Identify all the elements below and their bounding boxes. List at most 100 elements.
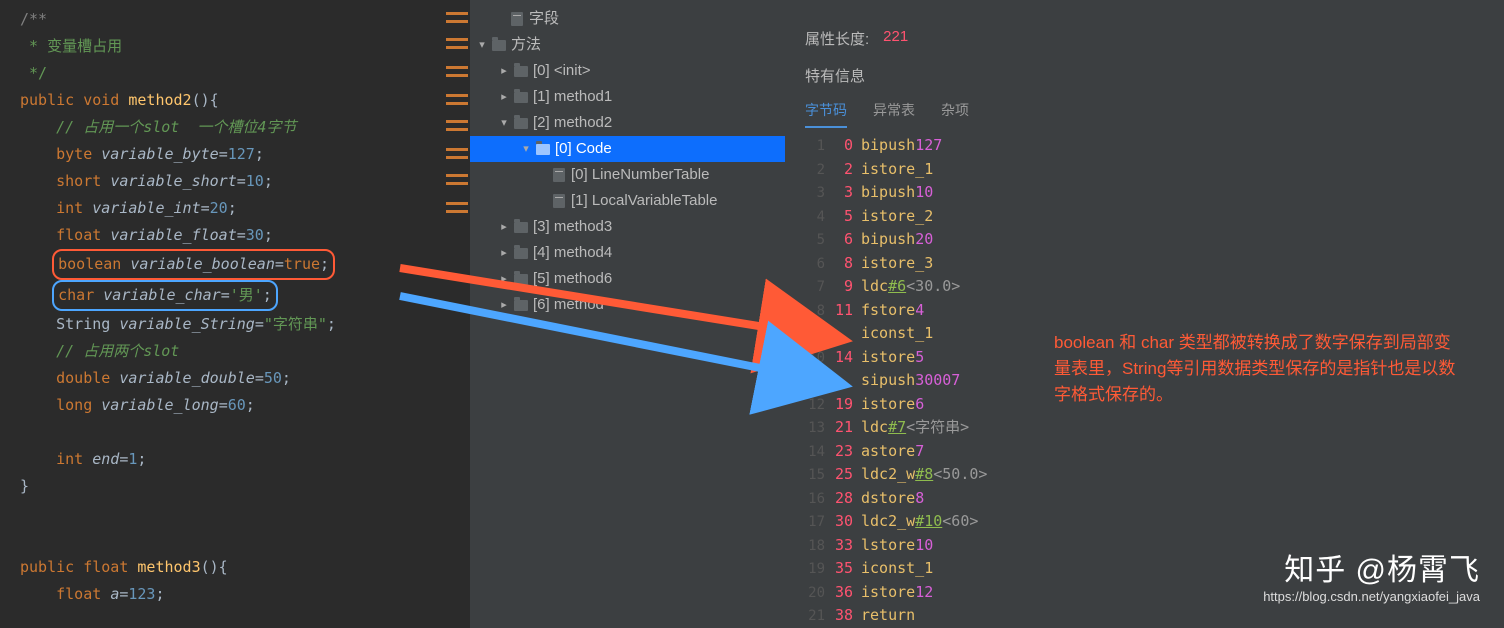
paren: (){ — [192, 91, 219, 109]
bc-opcode: bipush — [861, 181, 915, 204]
chevron-right-icon[interactable]: ▸ — [498, 58, 510, 84]
bytecode-row[interactable]: 1730ldc2_w #10 <60> — [805, 510, 1504, 534]
tree-label: 字段 — [529, 6, 559, 32]
bytecode-row[interactable]: 68istore_3 — [805, 252, 1504, 276]
bytecode-row[interactable]: 1423astore 7 — [805, 440, 1504, 464]
bytecode-row[interactable]: 811fstore 4 — [805, 299, 1504, 323]
bc-opcode: fstore — [861, 299, 915, 322]
literal: 50 — [264, 369, 282, 387]
bc-offset: 3 — [833, 181, 861, 204]
tree-item-code[interactable]: ▾[0] Code — [470, 136, 785, 162]
chevron-right-icon[interactable]: ▸ — [498, 214, 510, 240]
bytecode-row[interactable]: 22istore_1 — [805, 158, 1504, 182]
bytecode-row[interactable]: 1628dstore 8 — [805, 487, 1504, 511]
tree-item-method3[interactable]: ▸ [3] method3 — [470, 214, 785, 240]
type: short — [56, 172, 101, 190]
chevron-down-icon[interactable]: ▾ — [476, 32, 488, 58]
bc-arg: 7 — [915, 440, 924, 463]
tab-misc[interactable]: 杂项 — [941, 94, 969, 128]
literal: true — [284, 255, 320, 273]
chevron-right-icon[interactable]: ▸ — [498, 84, 510, 110]
bc-line-num: 15 — [805, 464, 833, 487]
bc-line-num: 3 — [805, 182, 833, 205]
bytecode-row[interactable]: 45istore_2 — [805, 205, 1504, 229]
bytecode-row[interactable]: 33bipush 10 — [805, 181, 1504, 205]
chevron-down-icon[interactable]: ▾ — [498, 110, 510, 136]
bc-line-num: 18 — [805, 535, 833, 558]
bc-opcode: ldc — [861, 275, 888, 298]
bc-offset: 2 — [833, 158, 861, 181]
literal: 127 — [228, 145, 255, 163]
bc-opcode: iconst_1 — [861, 557, 933, 580]
bc-arg: 10 — [915, 181, 933, 204]
tree-label: [5] method6 — [533, 266, 612, 292]
tree-label: [3] method3 — [533, 214, 612, 240]
bc-line-num: 8 — [805, 300, 833, 323]
literal: 1 — [128, 450, 137, 468]
tree-item-method4[interactable]: ▸[4] method4 — [470, 240, 785, 266]
code-editor[interactable]: /** * 变量槽占用 */ public void method2(){ //… — [0, 0, 470, 628]
literal: '男' — [230, 286, 263, 304]
bc-offset: 36 — [833, 581, 861, 604]
var-name: variable_char — [103, 286, 220, 304]
tree-item-method6b[interactable]: ▸ [6] method — [470, 292, 785, 318]
tree-item-lnt[interactable]: [0] LineNumberTable — [470, 162, 785, 188]
bc-offset: 9 — [833, 275, 861, 298]
doc-comment: /** — [20, 10, 47, 28]
tree-item-method1[interactable]: ▸[1] method1 — [470, 84, 785, 110]
var-name: variable_int — [92, 199, 200, 217]
bc-offset: 14 — [833, 346, 861, 369]
tabs: 字节码 异常表 杂项 — [805, 94, 1504, 128]
bytecode-row[interactable]: 2138return — [805, 604, 1504, 628]
type: int — [56, 199, 83, 217]
bc-line-num: 9 — [805, 323, 833, 346]
bc-line-num: 1 — [805, 135, 833, 158]
bc-arg: 6 — [915, 393, 924, 416]
bc-comment: <60> — [942, 510, 978, 533]
method-name: method2 — [128, 91, 191, 109]
bytecode-row[interactable]: 56bipush 20 — [805, 228, 1504, 252]
tree-item-method2[interactable]: ▾ [2] method2 — [470, 110, 785, 136]
tab-exception[interactable]: 异常表 — [873, 94, 915, 128]
tree-label: [2] method2 — [533, 110, 612, 136]
method-name: method3 — [137, 558, 200, 576]
type: boolean — [58, 255, 121, 273]
bc-opcode: istore_1 — [861, 158, 933, 181]
tree-item-lvt[interactable]: [1] LocalVariableTable — [470, 188, 785, 214]
literal: 20 — [210, 199, 228, 217]
bc-line-num: 17 — [805, 511, 833, 534]
bc-opcode: bipush — [861, 228, 915, 251]
literal: "字符串" — [264, 315, 327, 333]
chevron-right-icon[interactable]: ▸ — [498, 292, 510, 318]
bc-offset: 35 — [833, 557, 861, 580]
tree-label: 方法 — [511, 32, 541, 58]
bc-arg: 4 — [915, 299, 924, 322]
tree-label: [6] method — [533, 292, 604, 318]
bytecode-row[interactable]: 79ldc #6 <30.0> — [805, 275, 1504, 299]
bc-opcode: ldc2_w — [861, 510, 915, 533]
bc-arg: 12 — [915, 581, 933, 604]
bc-arg: 10 — [915, 534, 933, 557]
bytecode-row[interactable]: 1321ldc #7 <字符串> — [805, 416, 1504, 440]
tab-bytecode[interactable]: 字节码 — [805, 94, 847, 128]
prop-attr-length: 属性长度: 221 — [805, 26, 1504, 51]
chevron-right-icon[interactable]: ▸ — [498, 266, 510, 292]
bc-line-num: 7 — [805, 276, 833, 299]
var-name: variable_short — [110, 172, 236, 190]
tree-item-fields[interactable]: 字段 — [470, 6, 785, 32]
tree-item-method6[interactable]: ▸ [5] method6 — [470, 266, 785, 292]
bc-arg: #7 — [888, 416, 906, 439]
type: long — [56, 396, 92, 414]
type: int — [56, 450, 83, 468]
bc-line-num: 21 — [805, 605, 833, 628]
watermark-author: 知乎 @杨霄飞 — [1263, 545, 1480, 589]
bytecode-row[interactable]: 10bipush 127 — [805, 134, 1504, 158]
chevron-right-icon[interactable]: ▸ — [498, 240, 510, 266]
tree-label: [0] LineNumberTable — [571, 162, 709, 188]
bc-opcode: bipush — [861, 134, 915, 157]
structure-tree[interactable]: 字段 ▾方法 ▸[0] <init> ▸[1] method1 ▾[2] met… — [470, 0, 785, 628]
tree-item-init[interactable]: ▸[0] <init> — [470, 58, 785, 84]
tree-item-methods[interactable]: ▾ 方法 — [470, 32, 785, 58]
chevron-down-icon[interactable]: ▾ — [520, 136, 532, 162]
bytecode-row[interactable]: 1525ldc2_w #8 <50.0> — [805, 463, 1504, 487]
